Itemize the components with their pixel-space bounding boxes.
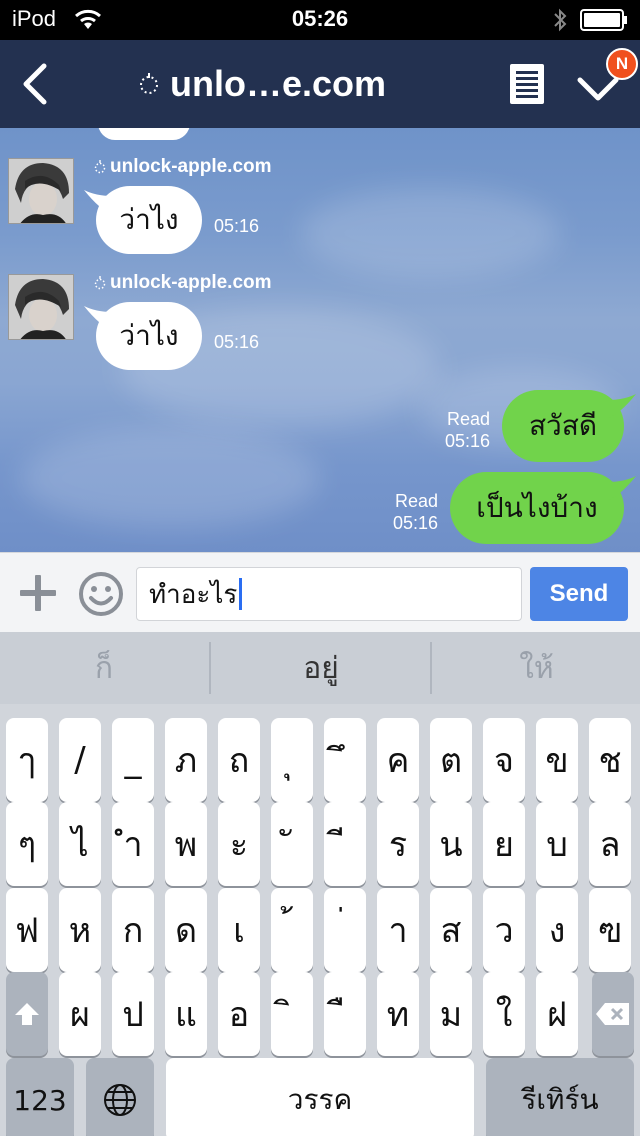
sender-name: unlock-apple.com — [94, 272, 272, 294]
key[interactable]: ห — [59, 888, 101, 972]
suggestion-bar: ก็ อยู่ ให้ — [0, 632, 640, 704]
key[interactable]: ก — [112, 888, 154, 972]
space-key[interactable]: วรรค — [166, 1058, 474, 1136]
globe-key[interactable] — [86, 1058, 154, 1136]
bluetooth-icon — [554, 8, 567, 32]
key[interactable]: ฃ — [589, 888, 631, 972]
suggestion-item[interactable]: ให้ — [433, 632, 640, 704]
chat-title[interactable]: unlo…e.com — [138, 60, 386, 108]
key[interactable]: ฝ — [536, 972, 578, 1056]
chat-title-text: unlo…e.com — [170, 63, 387, 104]
key[interactable]: ค — [377, 718, 419, 802]
suggestion-item[interactable]: อยู่ — [212, 632, 430, 704]
key[interactable]: ำ — [112, 802, 154, 886]
keyboard: ก็ อยู่ ให้ ๅ/_ภถุึคตจขชๆไำพะัีรนยบลฟหกด… — [0, 632, 640, 1136]
key[interactable]: ผ — [59, 972, 101, 1056]
bubble-tail — [608, 394, 636, 418]
key[interactable]: ส — [430, 888, 472, 972]
loading-icon — [140, 73, 158, 94]
loading-icon — [94, 276, 106, 290]
key[interactable]: น — [430, 802, 472, 886]
return-key[interactable]: รีเทิร์น — [486, 1058, 634, 1136]
emoji-icon[interactable] — [78, 571, 124, 617]
message-bubble[interactable]: ว่าไง — [96, 302, 202, 370]
suggestion-item[interactable]: ก็ — [0, 632, 208, 704]
key[interactable]: บ — [536, 802, 578, 886]
incoming-message: unlock-apple.com ว่าไง 05:16 — [0, 128, 640, 254]
key[interactable]: ว — [483, 888, 525, 972]
delete-key[interactable] — [592, 972, 634, 1056]
key[interactable]: / — [59, 718, 101, 802]
message-time: 05:16 — [214, 216, 260, 236]
globe-icon — [104, 1084, 136, 1116]
chat-header: unlo…e.com N — [0, 40, 640, 128]
key[interactable]: พ — [165, 802, 207, 886]
key[interactable]: เ — [218, 888, 260, 972]
message-input-bar: ทำอะไร Send — [0, 552, 640, 632]
key[interactable]: ใ — [483, 972, 525, 1056]
read-status: Read — [446, 409, 490, 429]
message-meta: Read 05:16 — [430, 408, 490, 452]
chat-area[interactable]: unlock-apple.com ว่าไง 05:16 unlock-appl… — [0, 128, 640, 552]
key[interactable]: ๅ — [6, 718, 48, 802]
message-bubble[interactable]: สวัสดี — [502, 390, 624, 462]
key[interactable]: อ — [218, 972, 260, 1056]
key[interactable]: ภ — [165, 718, 207, 802]
message-bubble[interactable]: เป็นไงบ้าง — [450, 472, 624, 544]
plus-icon[interactable] — [18, 573, 58, 613]
key[interactable]: ี — [324, 802, 366, 886]
avatar[interactable] — [8, 274, 74, 340]
bubble-tail — [608, 476, 636, 500]
message-meta: Read 05:16 — [378, 490, 438, 534]
read-status: Read — [394, 491, 438, 511]
text-caret — [239, 578, 243, 610]
backspace-icon — [596, 1003, 629, 1025]
shift-icon — [15, 1003, 39, 1025]
key[interactable]: ข — [536, 718, 578, 802]
key[interactable]: ้ — [271, 888, 313, 972]
key[interactable]: _ — [112, 718, 154, 802]
clock: 05:26 — [291, 6, 349, 31]
key[interactable]: ท — [377, 972, 419, 1056]
battery-icon — [580, 9, 627, 31]
status-bar: iPod 05:26 — [0, 0, 640, 40]
key[interactable]: ต — [430, 718, 472, 802]
notes-icon[interactable] — [510, 64, 544, 104]
notification-badge: N — [606, 48, 638, 80]
key[interactable]: า — [377, 888, 419, 972]
message-time: 05:16 — [392, 513, 438, 533]
key[interactable]: ไ — [59, 802, 101, 886]
key[interactable]: ฟ — [6, 888, 48, 972]
key[interactable]: ั — [271, 802, 313, 886]
key[interactable]: ื — [324, 972, 366, 1056]
key[interactable]: ิ — [271, 972, 313, 1056]
key[interactable]: ม — [430, 972, 472, 1056]
key[interactable]: จ — [483, 718, 525, 802]
key[interactable]: ด — [165, 888, 207, 972]
avatar[interactable] — [8, 158, 74, 224]
key[interactable]: ่ — [324, 888, 366, 972]
key[interactable]: ึ — [324, 718, 366, 802]
key[interactable]: ง — [536, 888, 578, 972]
key[interactable]: ะ — [218, 802, 260, 886]
key[interactable]: ร — [377, 802, 419, 886]
key[interactable]: ล — [589, 802, 631, 886]
key[interactable]: ย — [483, 802, 525, 886]
back-icon[interactable] — [14, 60, 58, 108]
key[interactable]: ช — [589, 718, 631, 802]
key[interactable]: ุ — [271, 718, 313, 802]
key[interactable]: ป — [112, 972, 154, 1056]
message-time: 05:16 — [214, 332, 260, 352]
numbers-key[interactable]: 123 — [6, 1058, 74, 1136]
incoming-message: unlock-apple.com ว่าไง 05:16 — [0, 244, 640, 370]
send-button[interactable]: Send — [530, 567, 628, 621]
key[interactable]: แ — [165, 972, 207, 1056]
message-time: 05:16 — [444, 431, 490, 451]
shift-key[interactable] — [6, 972, 48, 1056]
loading-icon — [94, 160, 106, 174]
key[interactable]: ๆ — [6, 802, 48, 886]
message-input[interactable]: ทำอะไร — [136, 567, 522, 621]
sender-name: unlock-apple.com — [94, 156, 272, 178]
key[interactable]: ถ — [218, 718, 260, 802]
